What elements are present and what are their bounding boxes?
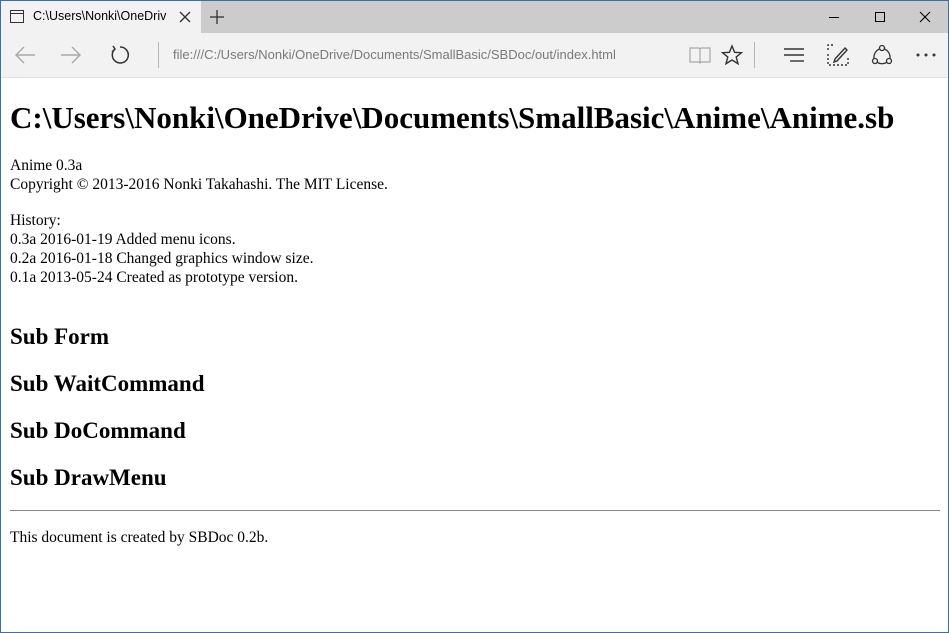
sub-heading-drawmenu: Sub DrawMenu [10, 465, 167, 490]
sub-heading-docommand: Sub DoCommand [10, 418, 186, 443]
back-icon [15, 46, 35, 64]
nav-separator [158, 42, 159, 68]
back-button[interactable] [3, 33, 47, 77]
footer-text: This document is created by SBDoc 0.2b. [10, 529, 269, 546]
history-item: 0.3a 2016-01-19 Added menu icons. [10, 231, 236, 248]
sub-heading-waitcommand: Sub WaitCommand [10, 371, 205, 396]
refresh-button[interactable] [98, 33, 142, 77]
forward-button[interactable] [49, 33, 93, 77]
tab-title: C:\Users\Nonki\OneDriv [33, 9, 167, 23]
maximize-icon [875, 12, 885, 22]
web-note-icon [827, 44, 849, 66]
favorite-star-icon [721, 44, 743, 66]
page-content: C:\Users\Nonki\OneDrive\Documents\SmallB… [10, 79, 940, 547]
hub-button[interactable] [772, 33, 816, 77]
hub-icon [784, 48, 804, 62]
navigation-bar: file:///C:/Users/Nonki/OneDrive/Document… [1, 33, 948, 78]
horizontal-rule [10, 510, 940, 511]
history-item: 0.2a 2016-01-18 Changed graphics window … [10, 250, 314, 267]
toolbar-separator [754, 42, 755, 68]
page-icon [10, 10, 24, 23]
copyright-line: Copyright © 2013-2016 Nonki Takahashi. T… [10, 176, 388, 193]
refresh-icon [111, 45, 129, 64]
maximize-button[interactable] [857, 1, 903, 33]
tab-close-icon[interactable] [179, 11, 191, 23]
version-line: Anime 0.3a [10, 157, 83, 174]
forward-icon [61, 46, 81, 64]
minimize-button[interactable] [811, 1, 857, 33]
history-heading: History: [10, 212, 61, 229]
web-note-button[interactable] [816, 33, 860, 77]
share-button[interactable] [860, 33, 904, 77]
new-tab-icon[interactable] [209, 9, 225, 25]
intro-block: Anime 0.3a Copyright © 2013-2016 Nonki T… [10, 156, 940, 194]
page-title: C:\Users\Nonki\OneDrive\Documents\SmallB… [10, 100, 895, 135]
sub-heading-form: Sub Form [10, 324, 110, 349]
more-button[interactable] [904, 33, 948, 77]
share-icon [871, 44, 893, 65]
favorite-button[interactable] [710, 33, 754, 77]
close-icon [919, 11, 931, 23]
address-bar[interactable]: file:///C:/Users/Nonki/OneDrive/Document… [173, 47, 673, 62]
close-button[interactable] [902, 1, 948, 33]
browser-window: C:\Users\Nonki\OneDriv file:///C:/Users/… [0, 0, 949, 633]
minimize-icon [829, 17, 839, 18]
tab-strip: C:\Users\Nonki\OneDriv [1, 1, 948, 33]
history-item: 0.1a 2013-05-24 Created as prototype ver… [10, 269, 298, 286]
reading-view-icon [689, 47, 711, 64]
history-block: History: 0.3a 2016-01-19 Added menu icon… [10, 211, 940, 287]
more-icon [916, 53, 936, 57]
tab-active[interactable]: C:\Users\Nonki\OneDriv [1, 1, 201, 33]
